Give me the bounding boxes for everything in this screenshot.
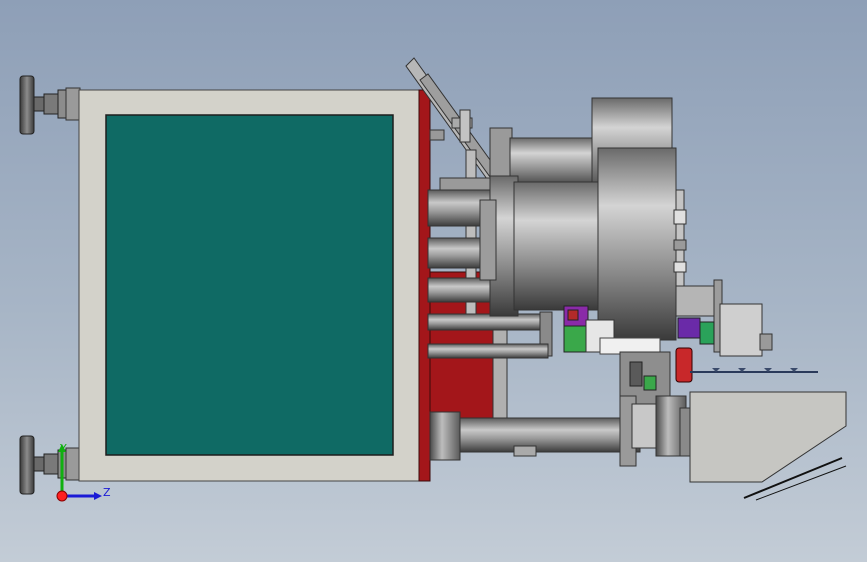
handwheel-top[interactable] bbox=[19, 75, 81, 135]
sensor-rod[interactable] bbox=[673, 189, 687, 291]
axis-z-label: Z bbox=[103, 486, 111, 499]
hopper-chute[interactable] bbox=[689, 391, 847, 501]
red-cylinder[interactable] bbox=[675, 347, 693, 383]
servo-motor[interactable] bbox=[675, 279, 773, 357]
conveyor-rail[interactable] bbox=[690, 368, 818, 373]
cad-model-view[interactable] bbox=[0, 0, 867, 562]
cad-viewport[interactable]: Y Z bbox=[0, 0, 867, 562]
axis-y-label: Y bbox=[60, 442, 67, 455]
cylinder-rod-2[interactable] bbox=[427, 343, 549, 359]
handwheel-bottom[interactable] bbox=[19, 435, 81, 495]
guide-rod-low[interactable] bbox=[427, 277, 499, 303]
display-panel[interactable] bbox=[105, 114, 394, 456]
